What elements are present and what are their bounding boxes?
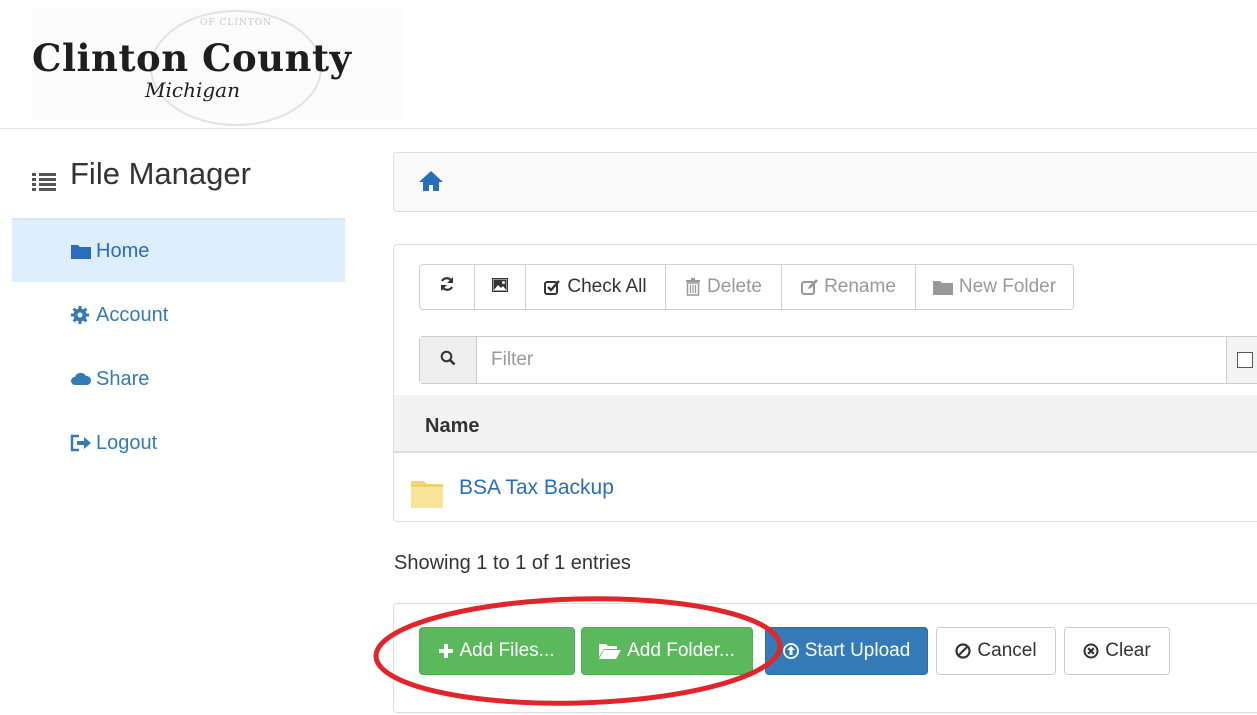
sidebar-item-home[interactable]: Home xyxy=(12,220,345,282)
filter-input[interactable] xyxy=(477,337,1226,383)
header: OF CLINTON Clinton County Michigan xyxy=(0,0,1257,129)
logo-title: Clinton County xyxy=(32,36,352,80)
start-upload-label: Start Upload xyxy=(804,640,911,661)
entries-info: Showing 1 to 1 of 1 entries xyxy=(394,552,631,574)
new-folder-button[interactable]: New Folder xyxy=(915,264,1074,310)
clear-label: Clear xyxy=(1105,640,1151,661)
refresh-icon xyxy=(439,276,455,298)
cloud-icon xyxy=(70,369,92,389)
rename-label: Rename xyxy=(824,276,896,297)
start-upload-button[interactable]: Start Upload xyxy=(765,627,928,675)
sidebar-item-label: Home xyxy=(96,239,150,262)
refresh-button[interactable] xyxy=(419,264,475,310)
search-icon xyxy=(440,350,456,371)
file-panel: Check All Delete Rename New Folder Filte… xyxy=(393,244,1257,522)
delete-label: Delete xyxy=(707,276,762,297)
sidebar-item-label: Account xyxy=(96,303,169,326)
delete-button[interactable]: Delete xyxy=(665,264,782,310)
folder-icon xyxy=(932,279,953,295)
thumbnail-view-button[interactable] xyxy=(474,264,526,310)
highlight-annotation-ellipse xyxy=(372,592,784,710)
sidebar-item-label: Share xyxy=(96,367,150,390)
rename-button[interactable]: Rename xyxy=(781,264,916,310)
trash-icon xyxy=(685,278,701,296)
breadcrumb xyxy=(393,152,1257,212)
logo-subtitle: Michigan xyxy=(145,78,240,102)
file-name-link[interactable]: BSA Tax Backup xyxy=(459,476,614,500)
image-icon xyxy=(492,276,508,298)
upload-circle-icon xyxy=(782,643,799,659)
sidebar-item-label: Logout xyxy=(96,431,158,454)
sidebar-item-share[interactable]: Share xyxy=(12,348,345,410)
filter-option[interactable] xyxy=(1226,337,1257,383)
remove-circle-icon xyxy=(1083,643,1099,659)
seal-text: OF CLINTON xyxy=(199,18,273,28)
logout-icon xyxy=(70,433,92,453)
file-toolbar: Check All Delete Rename New Folder xyxy=(419,264,1074,310)
column-header-name[interactable]: Name xyxy=(425,415,479,438)
list-icon xyxy=(32,164,56,191)
check-all-label: Check All xyxy=(567,276,647,297)
table-row[interactable]: BSA Tax Backup xyxy=(394,453,1257,521)
ban-icon xyxy=(955,643,972,659)
search-addon xyxy=(420,337,477,383)
new-folder-label: New Folder xyxy=(958,276,1057,297)
county-logo[interactable]: OF CLINTON Clinton County Michigan xyxy=(32,8,402,126)
home-icon[interactable] xyxy=(418,169,444,193)
filter-group xyxy=(419,336,1257,384)
sidebar-item-logout[interactable]: Logout xyxy=(12,412,345,474)
cancel-label: Cancel xyxy=(977,640,1037,661)
clear-button[interactable]: Clear xyxy=(1064,627,1170,675)
cancel-button[interactable]: Cancel xyxy=(936,627,1056,675)
check-all-button[interactable]: Check All xyxy=(525,264,666,310)
sidebar-title: File Manager xyxy=(32,156,251,192)
filter-checkbox[interactable] xyxy=(1237,352,1253,368)
gear-icon xyxy=(70,305,92,325)
table-header: Name xyxy=(394,395,1257,453)
edit-icon xyxy=(801,278,819,296)
folder-icon xyxy=(410,477,444,509)
sidebar-item-account[interactable]: Account xyxy=(12,284,345,346)
sidebar-title-text: File Manager xyxy=(70,156,251,191)
check-square-icon xyxy=(544,279,561,296)
folder-icon xyxy=(70,241,92,261)
